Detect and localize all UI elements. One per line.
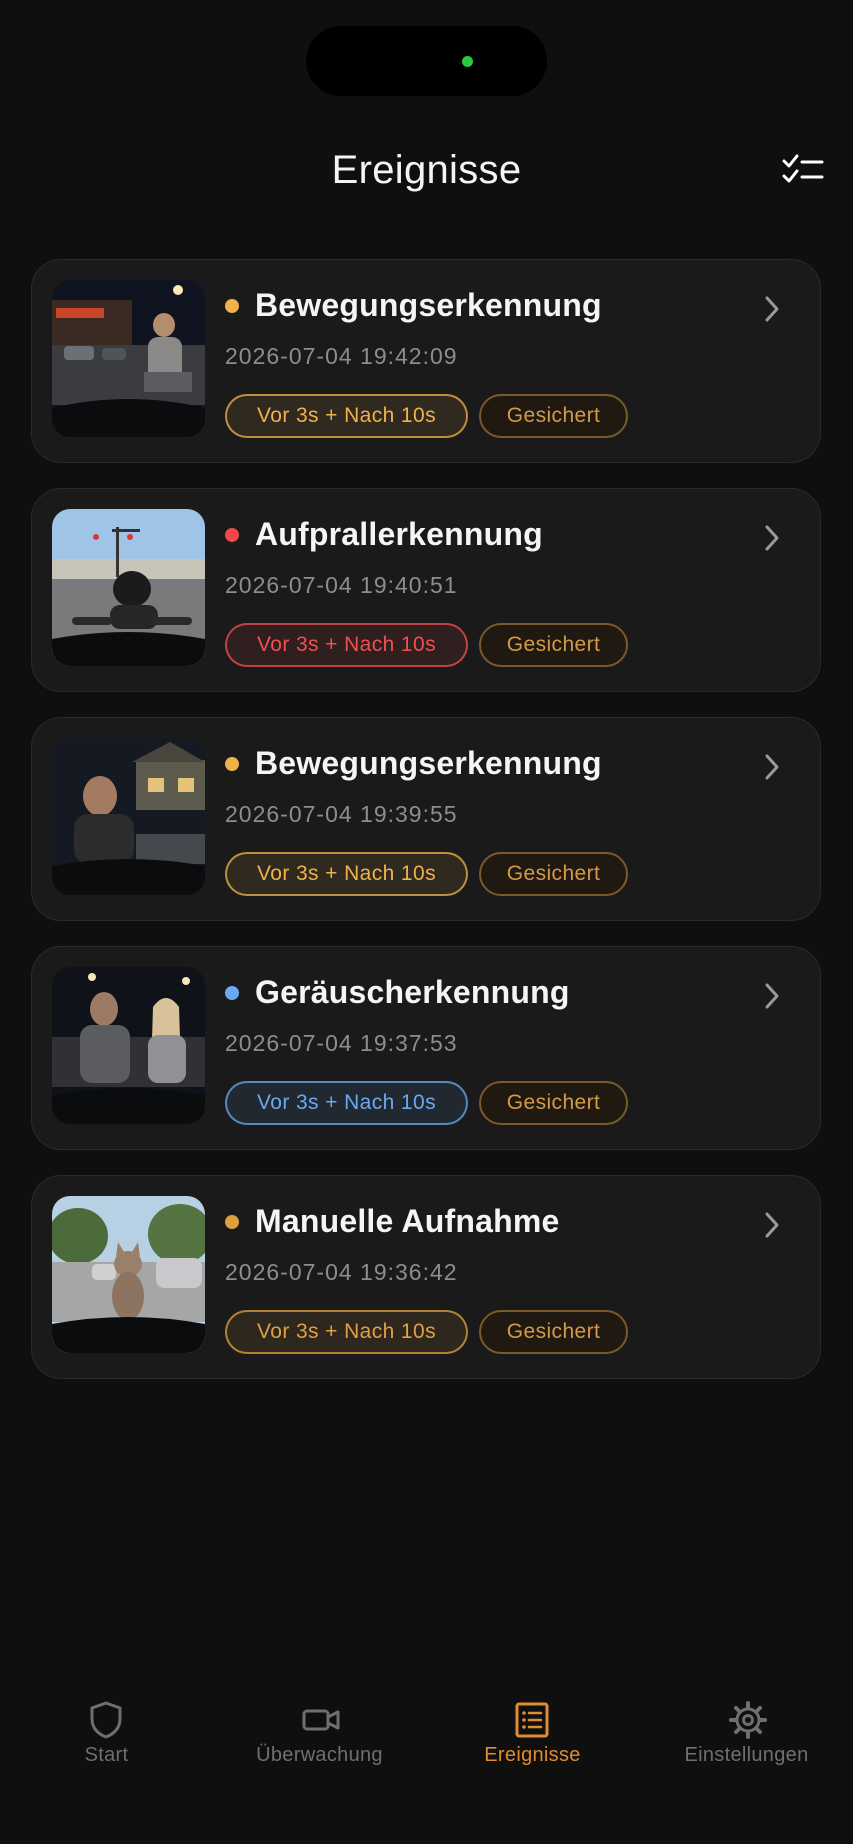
event-card[interactable]: Aufprallerkennung 2026-07-04 19:40:51 Vo… (31, 488, 821, 692)
checklist-icon (782, 154, 824, 183)
event-list: Bewegungserkennung 2026-07-04 19:42:09 V… (31, 259, 821, 1404)
tab-label: Einstellungen (684, 1744, 809, 1766)
recording-window-badge: Vor 3s + Nach 10s (225, 394, 468, 438)
chevron-right-icon (765, 754, 779, 780)
event-timestamp: 2026-07-04 19:40:51 (225, 572, 458, 598)
recording-window-badge: Vor 3s + Nach 10s (225, 1310, 468, 1354)
dynamic-island (306, 26, 547, 96)
saved-status-badge: Gesichert (479, 394, 628, 438)
event-type-dot (225, 1215, 239, 1229)
event-timestamp: 2026-07-04 19:36:42 (225, 1259, 458, 1285)
event-title: Geräuscherkennung (255, 974, 570, 1010)
shield-icon (90, 1701, 122, 1739)
event-type-dot (225, 986, 239, 1000)
tab-events[interactable]: Ereignisse (426, 1680, 639, 1790)
event-type-dot (225, 299, 239, 313)
tab-label: Start (84, 1744, 129, 1766)
event-thumbnail-parking-lot (52, 280, 205, 437)
event-type-dot (225, 528, 239, 542)
event-type-dot (225, 757, 239, 771)
event-thumbnail-impact (52, 509, 205, 666)
event-card[interactable]: Geräuscherkennung 2026-07-04 19:37:53 Vo… (31, 946, 821, 1150)
saved-status-badge: Gesichert (479, 852, 628, 896)
event-title: Manuelle Aufnahme (255, 1203, 560, 1239)
tab-settings[interactable]: Einstellungen (640, 1680, 853, 1790)
event-timestamp: 2026-07-04 19:42:09 (225, 343, 458, 369)
video-camera-icon (302, 1709, 340, 1731)
recording-window-badge: Vor 3s + Nach 10s (225, 623, 468, 667)
event-title: Bewegungserkennung (255, 287, 602, 323)
event-title: Aufprallerkennung (255, 516, 543, 552)
event-card[interactable]: Bewegungserkennung 2026-07-04 19:39:55 V… (31, 717, 821, 921)
recording-window-badge: Vor 3s + Nach 10s (225, 852, 468, 896)
event-timestamp: 2026-07-04 19:39:55 (225, 801, 458, 827)
tab-start[interactable]: Start (0, 1680, 213, 1790)
chevron-right-icon (765, 525, 779, 551)
event-card[interactable]: Manuelle Aufnahme 2026-07-04 19:36:42 Vo… (31, 1175, 821, 1379)
event-title: Bewegungserkennung (255, 745, 602, 781)
page-title: Ereignisse (331, 148, 522, 192)
event-thumbnail-person-at-hood (52, 738, 205, 895)
tab-label: Überwachung (256, 1744, 383, 1766)
select-mode-button[interactable] (782, 152, 832, 196)
event-thumbnail-two-people (52, 967, 205, 1124)
recording-window-badge: Vor 3s + Nach 10s (225, 1081, 468, 1125)
chevron-right-icon (765, 296, 779, 322)
bottom-tab-bar: Start Überwachung Ereignisse Einstellung… (0, 1680, 853, 1800)
event-thumbnail-cat-on-hood (52, 1196, 205, 1353)
tab-label: Ereignisse (484, 1744, 581, 1766)
saved-status-badge: Gesichert (479, 1081, 628, 1125)
saved-status-badge: Gesichert (479, 1310, 628, 1354)
gear-icon (729, 1701, 767, 1739)
tab-surveillance[interactable]: Überwachung (213, 1680, 426, 1790)
chevron-right-icon (765, 983, 779, 1009)
event-timestamp: 2026-07-04 19:37:53 (225, 1030, 458, 1056)
event-card[interactable]: Bewegungserkennung 2026-07-04 19:42:09 V… (31, 259, 821, 463)
event-list-icon (515, 1702, 549, 1738)
chevron-right-icon (765, 1212, 779, 1238)
saved-status-badge: Gesichert (479, 623, 628, 667)
camera-indicator-dot (462, 56, 473, 67)
